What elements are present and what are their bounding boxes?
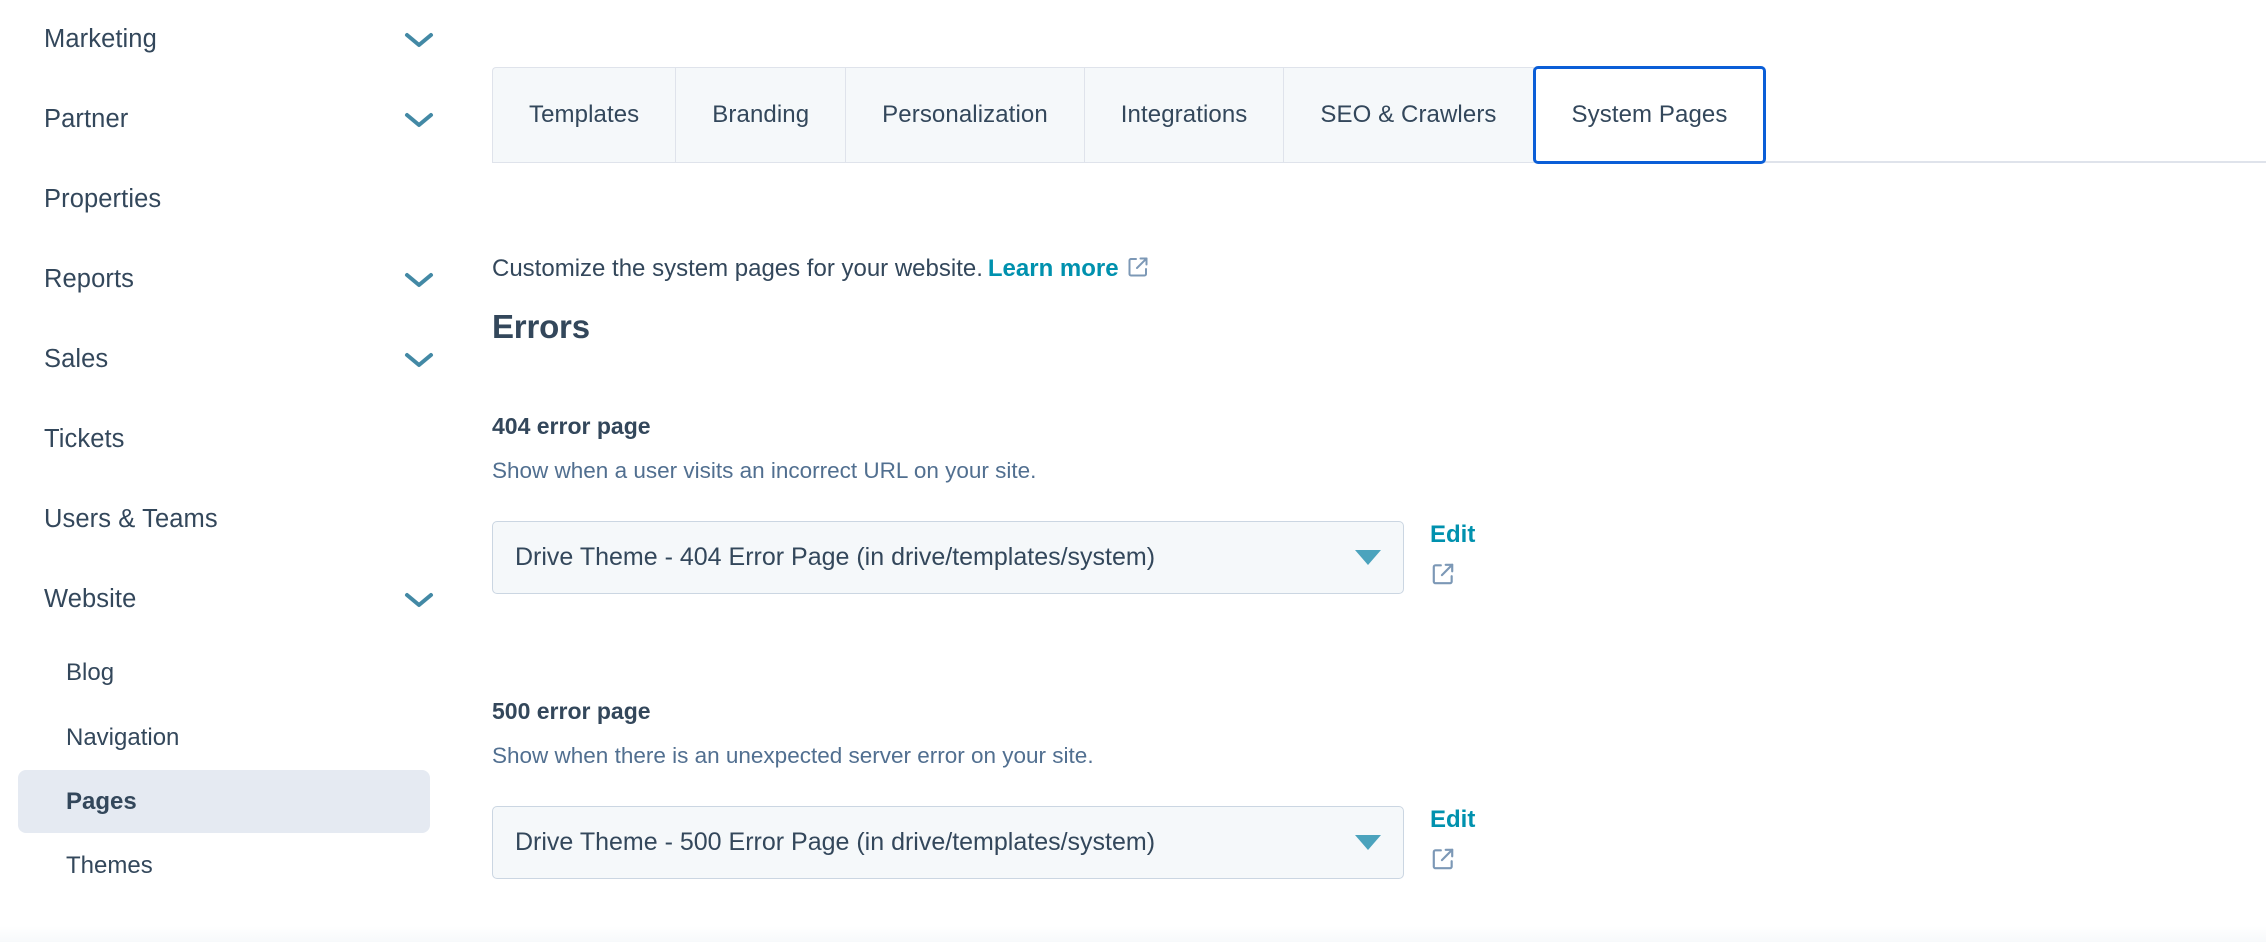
sidebar-item-label: Partner [44, 105, 129, 134]
tab-label: Branding [712, 101, 810, 128]
main-content: Templates Branding Personalization Integ… [460, 0, 2266, 942]
intro-text: Customize the system pages for your webs… [492, 255, 983, 282]
sidebar-item-label: Sales [44, 345, 109, 374]
sidebar-nav-list: Marketing Partner Properties Reports Sal… [0, 0, 460, 898]
preview-external-link-icon-500[interactable] [1430, 846, 1456, 872]
sidebar-item-label: Users & Teams [44, 505, 218, 534]
tab-templates[interactable]: Templates [492, 67, 676, 163]
chevron-down-icon[interactable] [404, 111, 434, 129]
sidebar-item-label: Pages [66, 787, 137, 815]
template-select-404[interactable]: Drive Theme - 404 Error Page (in drive/t… [492, 520, 1404, 594]
field-label: 404 error page [492, 413, 651, 439]
page-title: Errors [492, 308, 590, 345]
select-value: Drive Theme - 500 Error Page (in drive/t… [515, 827, 1156, 856]
field-label: 500 error page [492, 698, 651, 724]
intro-paragraph: Customize the system pages for your webs… [492, 255, 1150, 284]
sidebar-item-label: Navigation [66, 723, 180, 751]
tab-system-pages[interactable]: System Pages [1532, 66, 1767, 164]
settings-sidebar: Marketing Partner Properties Reports Sal… [0, 0, 460, 942]
sidebar-item-themes[interactable]: Themes [0, 833, 460, 898]
field-description: Show when a user visits an incorrect URL… [492, 458, 1037, 483]
chevron-down-icon[interactable] [404, 351, 434, 369]
field-row: Drive Theme - 500 Error Page (in drive/t… [492, 805, 1475, 879]
field-500-error-page: 500 error page Show when there is an une… [492, 700, 1475, 879]
sidebar-item-reports[interactable]: Reports [0, 240, 460, 320]
chevron-down-icon[interactable] [404, 31, 434, 49]
field-404-error-page: 404 error page Show when a user visits a… [492, 415, 1475, 594]
sidebar-item-partner[interactable]: Partner [0, 80, 460, 160]
field-row: Drive Theme - 404 Error Page (in drive/t… [492, 520, 1475, 594]
sidebar-item-label: Reports [44, 265, 134, 294]
chevron-down-icon[interactable] [404, 271, 434, 289]
sidebar-item-label: Tickets [44, 425, 125, 454]
tab-branding[interactable]: Branding [675, 67, 846, 163]
field-actions: Edit [1430, 521, 1475, 587]
select-value: Drive Theme - 404 Error Page (in drive/t… [515, 542, 1156, 571]
sidebar-item-label: Website [44, 585, 137, 614]
chevron-down-icon[interactable] [404, 591, 434, 609]
sidebar-item-label: Marketing [44, 25, 157, 54]
field-actions: Edit [1430, 806, 1475, 872]
tab-label: Integrations [1120, 101, 1248, 128]
sidebar-item-label: Themes [66, 851, 153, 879]
chevron-down-icon[interactable] [1355, 834, 1381, 850]
edit-link-500[interactable]: Edit [1430, 807, 1475, 832]
sidebar-item-sales[interactable]: Sales [0, 320, 460, 400]
tab-integrations[interactable]: Integrations [1083, 67, 1284, 163]
preview-external-link-icon-404[interactable] [1430, 561, 1456, 587]
sidebar-item-marketing[interactable]: Marketing [0, 0, 460, 80]
settings-tabstrip: Templates Branding Personalization Integ… [492, 66, 1767, 164]
external-link-icon [1126, 255, 1150, 284]
settings-page: Marketing Partner Properties Reports Sal… [0, 0, 2266, 942]
tab-label: Templates [529, 101, 640, 128]
tab-label: System Pages [1571, 101, 1728, 128]
sidebar-item-users-and-teams[interactable]: Users & Teams [0, 480, 460, 560]
tab-label: SEO & Crawlers [1320, 101, 1497, 128]
tab-personalization[interactable]: Personalization [845, 67, 1084, 163]
field-description: Show when there is an unexpected server … [492, 743, 1094, 768]
sidebar-item-pages[interactable]: Pages [18, 770, 430, 833]
sidebar-item-tickets[interactable]: Tickets [0, 400, 460, 480]
settings-tabstrip-wrapper: Templates Branding Personalization Integ… [492, 66, 2266, 164]
chevron-down-icon[interactable] [1355, 549, 1381, 565]
sidebar-item-navigation[interactable]: Navigation [0, 705, 460, 770]
sidebar-item-blog[interactable]: Blog [0, 640, 460, 705]
tab-seo-and-crawlers[interactable]: SEO & Crawlers [1283, 67, 1534, 163]
edit-link-404[interactable]: Edit [1430, 522, 1475, 547]
learn-more-link[interactable]: Learn more [988, 255, 1119, 282]
tab-label: Personalization [882, 101, 1048, 128]
sidebar-item-label: Properties [44, 185, 162, 214]
sidebar-item-website[interactable]: Website [0, 560, 460, 640]
sidebar-item-properties[interactable]: Properties [0, 160, 460, 240]
sidebar-item-label: Blog [66, 658, 115, 686]
template-select-500[interactable]: Drive Theme - 500 Error Page (in drive/t… [492, 805, 1404, 879]
